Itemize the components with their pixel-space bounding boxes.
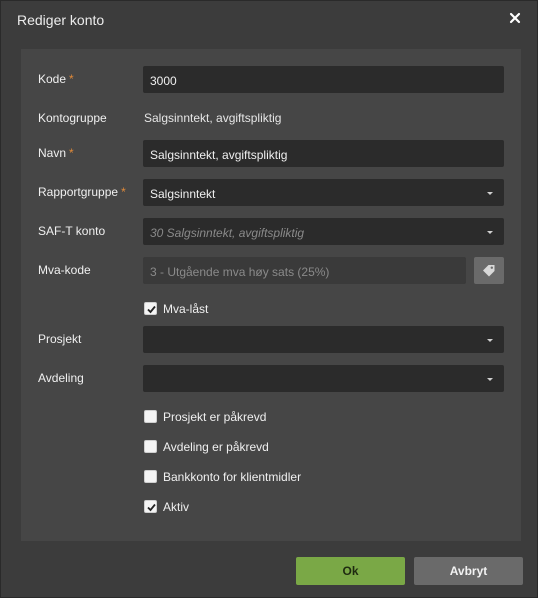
- check-icon: [147, 305, 156, 314]
- saft-konto-select[interactable]: 30 Salgsinntekt, avgiftspliktig: [143, 218, 504, 245]
- kode-field[interactable]: 3000: [143, 66, 504, 93]
- navn-label: Navn *: [38, 146, 74, 160]
- required-marker: *: [69, 146, 74, 160]
- check-icon: [147, 503, 156, 512]
- chevron-down-icon: [487, 378, 493, 381]
- required-marker: *: [69, 72, 74, 86]
- mva-kode-field: 3 - Utgående mva høy sats (25%): [143, 257, 466, 284]
- tag-button[interactable]: [474, 257, 504, 284]
- ok-button[interactable]: Ok: [296, 557, 405, 585]
- mva-kode-value: 3 - Utgående mva høy sats (25%): [150, 265, 330, 279]
- kode-label: Kode *: [38, 72, 74, 86]
- avdeling-label: Avdeling: [38, 371, 84, 385]
- edit-account-dialog: Rediger konto Kode * 3000 Kontogruppe Sal…: [0, 0, 538, 598]
- rapportgruppe-select[interactable]: Salgsinntekt: [143, 179, 504, 206]
- required-marker: *: [121, 185, 126, 199]
- kontogruppe-label: Kontogruppe: [38, 111, 107, 125]
- rapportgruppe-label: Rapportgruppe *: [38, 185, 126, 199]
- kontogruppe-value: Salgsinntekt, avgiftspliktig: [144, 111, 282, 125]
- prosjekt-pakrevd-label: Prosjekt er påkrevd: [163, 410, 267, 424]
- bankkonto-klientmidler-checkbox[interactable]: [144, 470, 157, 483]
- avdeling-select[interactable]: [143, 365, 504, 392]
- close-icon[interactable]: [507, 10, 523, 26]
- rapportgruppe-value: Salgsinntekt: [150, 187, 216, 201]
- dialog-titlebar: Rediger konto: [1, 1, 537, 37]
- avdeling-pakrevd-label: Avdeling er påkrevd: [163, 440, 269, 454]
- aktiv-label: Aktiv: [163, 500, 190, 514]
- prosjekt-label: Prosjekt: [38, 332, 82, 346]
- chevron-down-icon: [487, 192, 493, 195]
- mva-last-label: Mva-låst: [163, 302, 209, 316]
- saft-konto-value: 30 Salgsinntekt, avgiftspliktig: [150, 226, 305, 240]
- saft-konto-label: SAF-T konto: [38, 224, 106, 238]
- aktiv-checkbox[interactable]: [144, 500, 157, 513]
- bankkonto-klientmidler-label: Bankkonto for klientmidler: [163, 470, 302, 484]
- cancel-button[interactable]: Avbryt: [414, 557, 523, 585]
- navn-field[interactable]: Salgsinntekt, avgiftspliktig: [143, 140, 504, 167]
- mva-kode-label: Mva-kode: [38, 263, 91, 277]
- mva-last-checkbox[interactable]: [144, 302, 157, 315]
- dialog-title: Rediger konto: [17, 12, 105, 28]
- form-panel: Kode * 3000 Kontogruppe Salgsinntekt, avg…: [21, 49, 521, 541]
- navn-value: Salgsinntekt, avgiftspliktig: [150, 148, 288, 162]
- avdeling-pakrevd-checkbox[interactable]: [144, 440, 157, 453]
- prosjekt-select[interactable]: [143, 326, 504, 353]
- prosjekt-pakrevd-checkbox[interactable]: [144, 410, 157, 423]
- tag-icon: [483, 265, 495, 277]
- kode-value: 3000: [150, 74, 177, 88]
- chevron-down-icon: [487, 339, 493, 342]
- chevron-down-icon: [487, 231, 493, 234]
